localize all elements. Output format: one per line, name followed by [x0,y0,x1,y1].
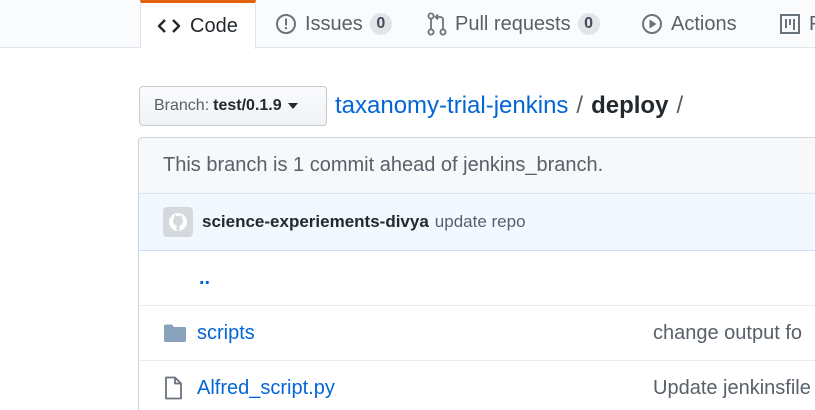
file-row: scripts change output fo [139,306,815,361]
commit-author-link[interactable]: science-experiements-divya [202,212,429,232]
pull-requests-count-badge: 0 [577,13,600,35]
parent-directory-link[interactable]: .. [199,267,210,290]
breadcrumb-separator: / [676,92,684,119]
file-icon [163,376,183,400]
file-commit-message-link[interactable]: Update jenkinsfile [653,377,811,400]
tab-issues-label: Issues [305,12,363,35]
folder-icon [163,323,187,343]
branch-ahead-notice: This branch is 1 commit ahead of jenkins… [139,138,815,194]
branch-select-button[interactable]: Branch: test/0.1.9 [139,86,327,126]
parent-directory-row[interactable]: .. [139,251,815,306]
commit-message-link[interactable]: update repo [435,212,526,232]
branch-ahead-text: This branch is 1 commit ahead of jenkins… [163,154,604,176]
file-row: Alfred_script.py Update jenkinsfile [139,361,815,410]
tab-actions[interactable]: Actions [641,0,737,48]
github-octocat-icon [169,213,187,231]
tab-pull-requests-label: Pull requests [455,12,571,35]
latest-commit-bar: science-experiements-divya update repo [139,194,815,251]
file-browser: This branch is 1 commit ahead of jenkins… [138,137,815,410]
git-pull-request-icon [427,12,447,36]
file-name-link[interactable]: scripts [197,322,255,345]
branch-name: test/0.1.9 [213,97,282,114]
tab-pull-requests[interactable]: Pull requests 0 [427,0,600,48]
tab-code[interactable]: Code [140,0,256,49]
breadcrumb-separator: / [576,92,584,119]
tab-issues[interactable]: Issues 0 [275,0,392,48]
breadcrumb-current-dir: deploy [591,92,669,119]
tab-projects[interactable]: P [779,0,815,48]
caret-down-icon [287,103,298,109]
branch-prefix: Branch: [154,97,210,114]
breadcrumb-repo-link[interactable]: taxanomy-trial-jenkins [335,92,568,120]
issue-opened-icon [276,14,296,34]
repo-nav-tabs: Code Issues 0 Pull requests 0 Actions P [0,0,815,49]
play-icon [642,14,662,34]
tab-actions-label: Actions [671,12,737,35]
avatar[interactable] [163,207,193,237]
code-icon [157,19,181,33]
project-icon [780,14,800,34]
tab-projects-label: P [809,13,815,36]
breadcrumb: taxanomy-trial-jenkins / deploy / [335,90,691,122]
file-commit-message-link[interactable]: change output fo [653,322,802,345]
tab-code-label: Code [190,14,238,37]
issues-count-badge: 0 [369,13,392,35]
file-name-link[interactable]: Alfred_script.py [197,377,335,400]
